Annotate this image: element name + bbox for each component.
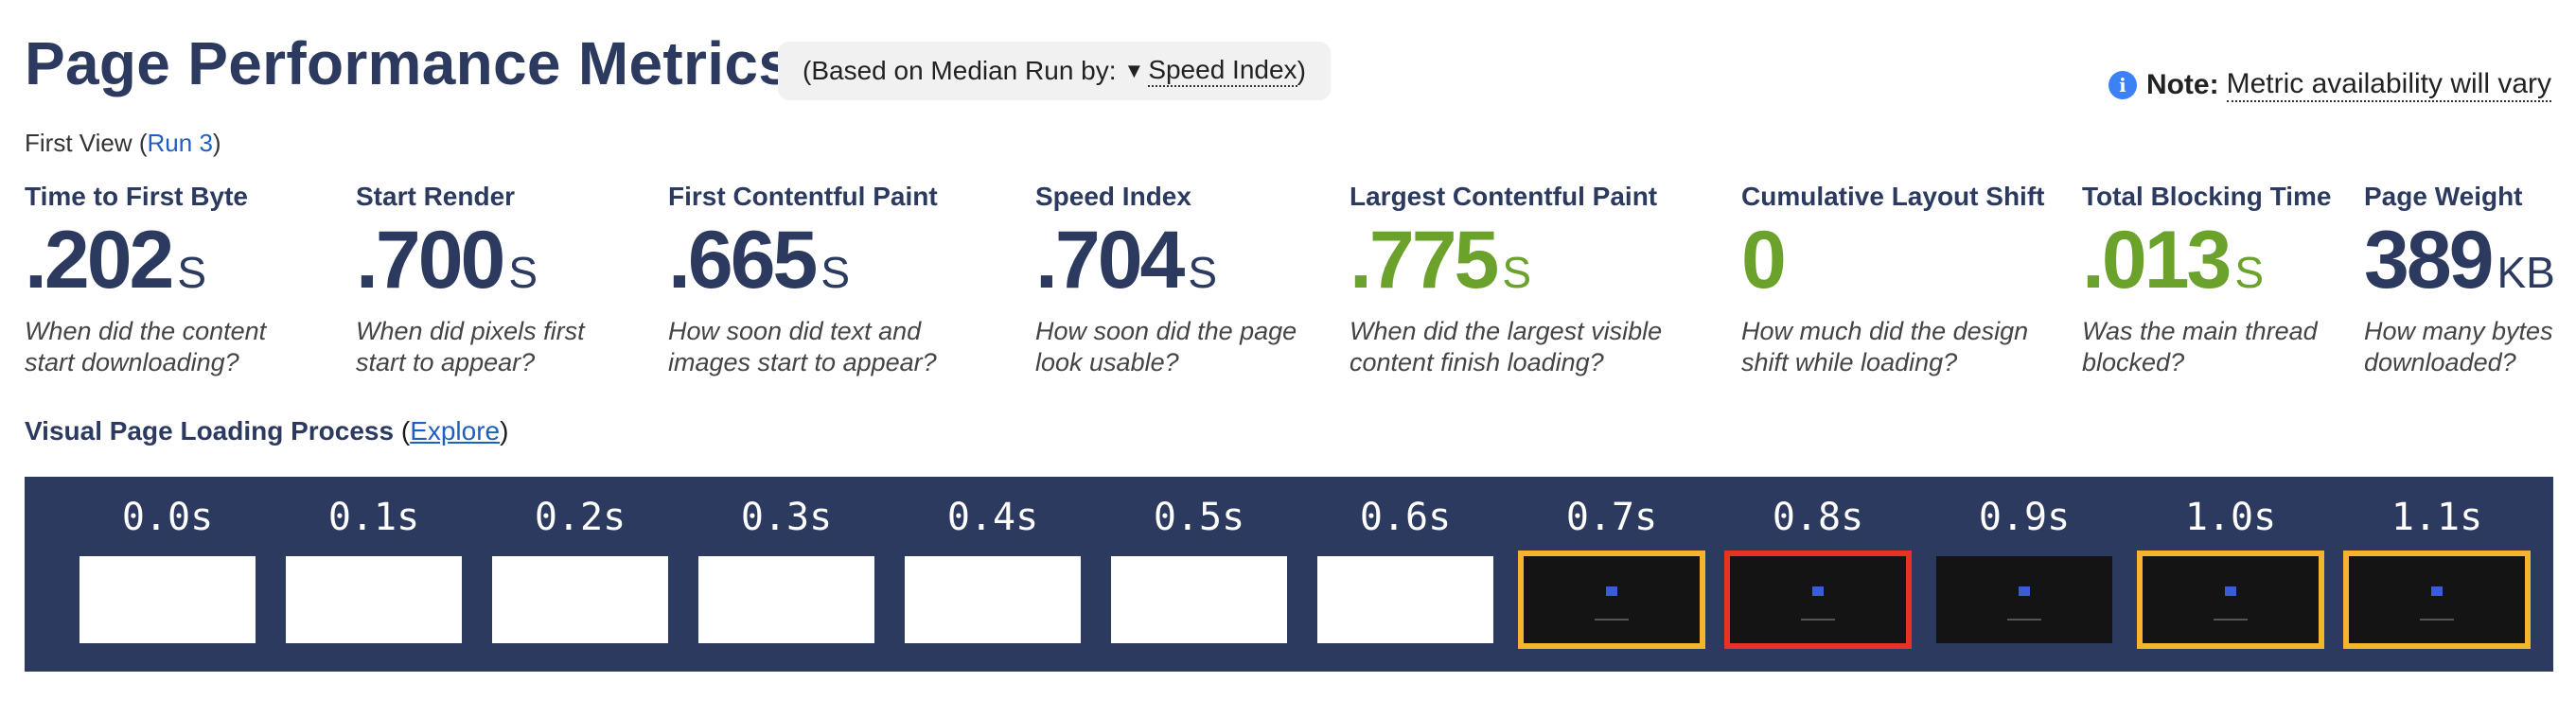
metric-start-render: Start Render .700 S When did pixels first…	[356, 182, 621, 378]
metric-value: 389 KB	[2364, 215, 2555, 306]
metric-value: .665 S	[668, 215, 851, 306]
metric-fcp: First Contentful Paint .665 S How soon di…	[668, 182, 971, 378]
metric-description: When did the content start downloading?	[25, 317, 267, 376]
metric-value: .775 S	[1350, 215, 1532, 306]
note-text[interactable]: Metric availability will vary	[2226, 68, 2551, 102]
metric-speed-index: Speed Index .704 S How soon did the page …	[1035, 182, 1319, 378]
metric-value: .700 S	[356, 215, 538, 306]
frame-time: 0.8s	[1772, 496, 1864, 539]
frame-time: 0.7s	[1565, 496, 1658, 539]
metric-cls: Cumulative Layout Shift 0 How much did t…	[1741, 182, 2044, 378]
frame-time: 0.4s	[946, 496, 1039, 539]
metric-label: Largest Contentful Paint	[1350, 182, 1658, 211]
metric-label: Time to First Byte	[25, 182, 248, 211]
metric-label: Page Weight	[2364, 182, 2523, 211]
thumbnail-text-line	[1595, 619, 1629, 621]
metric-label: Start Render	[356, 182, 516, 211]
metric-description: Was the main thread blocked?	[2082, 317, 2318, 376]
metric-description: How soon did the page look usable?	[1035, 317, 1297, 376]
thumbnail-logo	[1606, 586, 1617, 596]
metric-page-weight: Page Weight 389 KB How many bytes downloa…	[2364, 182, 2555, 378]
median-metric-select[interactable]: Speed Index	[1148, 55, 1297, 87]
frame-thumbnail[interactable]	[1724, 551, 1912, 649]
view-label: First View (Run 3)	[25, 129, 221, 157]
frame-time: 0.2s	[534, 496, 626, 539]
dropdown-arrow-icon[interactable]: ▼	[1124, 59, 1145, 83]
frame-time: 0.5s	[1153, 496, 1245, 539]
filmstrip-frame[interactable]: 0.5s	[1111, 477, 1287, 672]
filmstrip-label: Visual Page Loading Process	[25, 416, 395, 446]
frame-thumbnail[interactable]	[698, 556, 874, 643]
frame-thumbnail[interactable]	[79, 556, 256, 643]
thumbnail-text-line	[1801, 619, 1835, 621]
frame-thumbnail[interactable]	[2343, 551, 2531, 649]
frame-thumbnail[interactable]	[1518, 551, 1705, 649]
explore-link[interactable]: Explore	[410, 416, 500, 446]
filmstrip-frame[interactable]: 0.3s	[698, 477, 874, 672]
frame-time: 0.6s	[1359, 496, 1452, 539]
median-suffix: )	[1297, 56, 1306, 85]
thumbnail-text-line	[2214, 619, 2248, 621]
filmstrip-frame[interactable]: 0.1s	[286, 477, 462, 672]
filmstrip-frame[interactable]: 0.8s	[1724, 477, 1912, 672]
metric-description: When did pixels first start to appear?	[356, 317, 585, 376]
metric-value: 0	[1741, 215, 1787, 306]
filmstrip-frame[interactable]: 0.4s	[905, 477, 1081, 672]
filmstrip-frame[interactable]: 1.1s	[2343, 477, 2531, 672]
frame-thumbnail[interactable]	[286, 556, 462, 643]
run-link[interactable]: Run 3	[148, 129, 213, 157]
filmstrip: 0.0s 0.1s 0.2s 0.3s 0.4s 0.5s 0.6s 0.7s 0.8s 0.9s…	[25, 477, 2553, 672]
metric-description: How much did the design shift while load…	[1741, 317, 2029, 376]
thumbnail-text-line	[2420, 619, 2454, 621]
metric-ttfb: Time to First Byte .202 S When did the co…	[25, 182, 309, 378]
thumbnail-logo	[2431, 586, 2443, 596]
metric-value: .013 S	[2082, 215, 2265, 306]
frame-thumbnail[interactable]	[905, 556, 1081, 643]
thumbnail-text-line	[2007, 619, 2041, 621]
filmstrip-heading: Visual Page Loading Process (Explore)	[25, 416, 509, 446]
frame-time: 1.1s	[2391, 496, 2483, 539]
frame-time: 0.1s	[327, 496, 420, 539]
metric-label: Total Blocking Time	[2082, 182, 2332, 211]
metric-value: .704 S	[1035, 215, 1218, 306]
frame-time: 0.0s	[121, 496, 214, 539]
note-label: Note:	[2145, 69, 2219, 100]
filmstrip-frame[interactable]: 0.0s	[79, 477, 256, 672]
filmstrip-frame[interactable]: 0.7s	[1518, 477, 1705, 672]
filmstrip-frame[interactable]: 0.2s	[492, 477, 668, 672]
thumbnail-logo	[2019, 586, 2030, 596]
frame-thumbnail[interactable]	[2137, 551, 2324, 649]
frame-thumbnail[interactable]	[1936, 556, 2112, 643]
frame-time: 1.0s	[2184, 496, 2277, 539]
frame-thumbnail[interactable]	[1111, 556, 1287, 643]
metric-value: .202 S	[25, 215, 207, 306]
metric-label: Cumulative Layout Shift	[1741, 182, 2045, 211]
metric-description: How many bytes downloaded?	[2364, 317, 2553, 376]
frame-time: 0.9s	[1978, 496, 2071, 539]
frame-thumbnail[interactable]	[1317, 556, 1493, 643]
metric-label: Speed Index	[1035, 182, 1191, 211]
thumbnail-logo	[2225, 586, 2236, 596]
info-icon: i	[2108, 71, 2137, 99]
filmstrip-frame[interactable]: 1.0s	[2137, 477, 2324, 672]
metric-tbt: Total Blocking Time .013 S Was the main t…	[2082, 182, 2338, 378]
filmstrip-frame[interactable]: 0.9s	[1936, 477, 2112, 672]
metric-availability-note[interactable]: i Note: Metric availability will vary	[2108, 68, 2551, 102]
thumbnail-logo	[1812, 586, 1824, 596]
metric-label: First Contentful Paint	[668, 182, 938, 211]
median-run-selector[interactable]: (Based on Median Run by: ▼ Speed Index )	[778, 42, 1331, 100]
filmstrip-frame[interactable]: 0.6s	[1317, 477, 1493, 672]
frame-thumbnail[interactable]	[492, 556, 668, 643]
median-prefix: (Based on Median Run by:	[803, 56, 1117, 85]
page-title: Page Performance Metrics	[25, 29, 793, 97]
metric-description: How soon did text and images start to ap…	[668, 317, 937, 376]
frame-time: 0.3s	[740, 496, 833, 539]
metric-description: When did the largest visible content fin…	[1350, 317, 1663, 376]
metric-lcp: Largest Contentful Paint .775 S When did …	[1350, 182, 1671, 378]
